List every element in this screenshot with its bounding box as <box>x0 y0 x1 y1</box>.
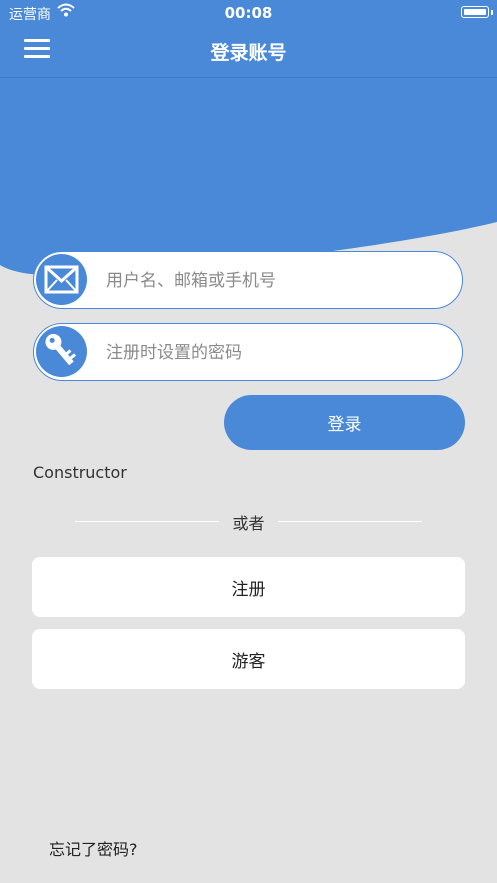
forgot-password-link[interactable]: 忘记了密码? <box>49 836 138 860</box>
guest-button[interactable]: 游客 <box>32 629 465 689</box>
key-icon <box>36 326 87 377</box>
username-field[interactable] <box>33 251 463 310</box>
status-bar: 运营商 00:08 <box>0 0 497 26</box>
constructor-label: Constructor <box>33 463 127 482</box>
login-button[interactable]: 登录 <box>224 395 465 450</box>
register-button[interactable]: 注册 <box>32 557 465 617</box>
page-title: 登录账号 <box>210 42 287 64</box>
nav-bar: 登录账号 <box>0 26 497 78</box>
password-input[interactable] <box>104 324 448 382</box>
battery-tip <box>491 10 493 15</box>
status-time: 00:08 <box>224 4 273 22</box>
envelope-icon <box>36 254 87 305</box>
divider-or-text: 或者 <box>232 514 265 533</box>
password-field[interactable] <box>33 323 463 382</box>
username-input[interactable] <box>104 252 448 310</box>
battery-icon <box>461 6 489 18</box>
